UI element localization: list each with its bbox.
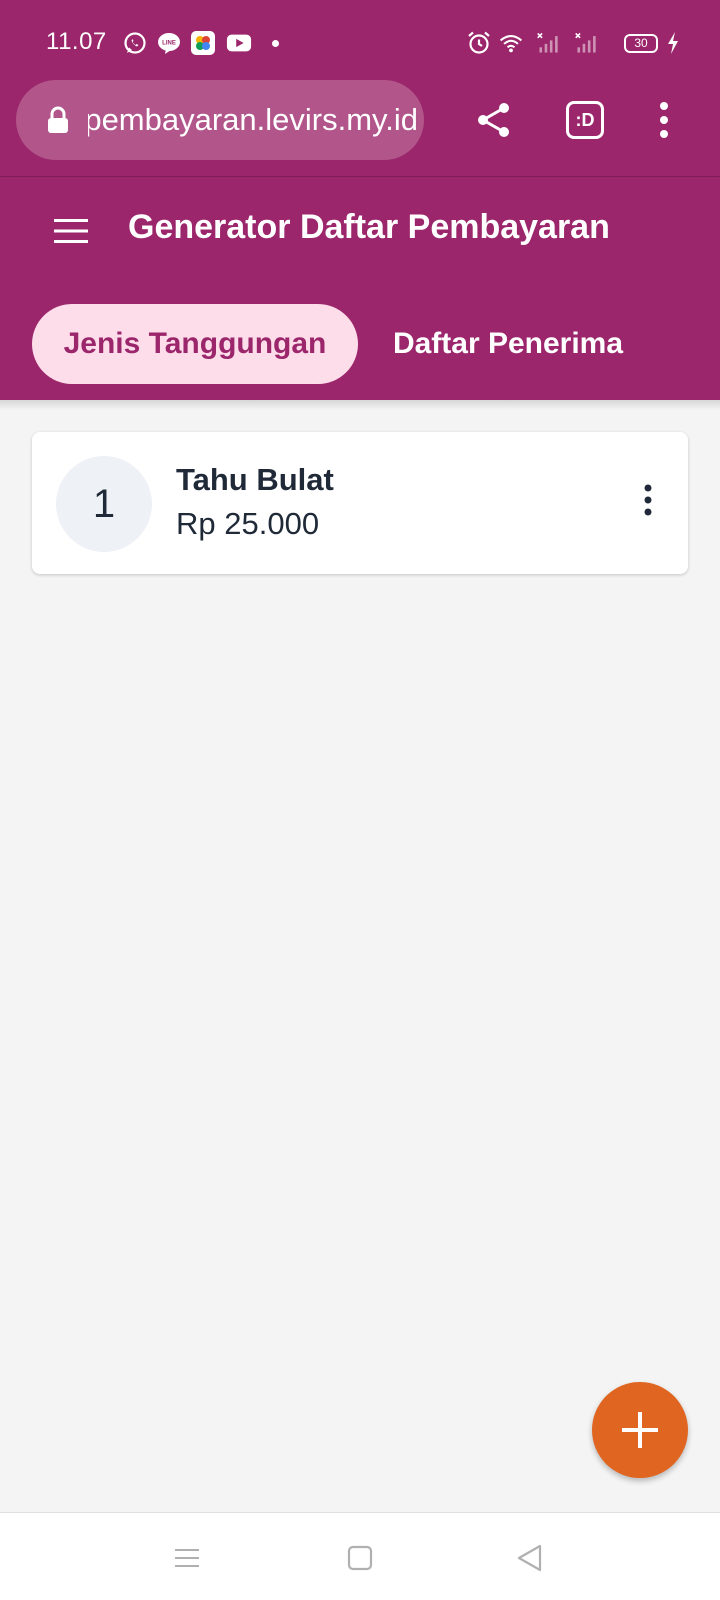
wifi-icon bbox=[498, 30, 528, 56]
plus-icon bbox=[622, 1412, 658, 1448]
item-more-icon[interactable] bbox=[620, 480, 676, 530]
charging-icon bbox=[660, 30, 678, 56]
svg-text:LINE: LINE bbox=[162, 41, 176, 47]
lock-icon bbox=[46, 106, 70, 134]
signal-icon bbox=[536, 30, 566, 56]
home-icon[interactable] bbox=[345, 1543, 375, 1573]
divider bbox=[0, 176, 720, 177]
url-bar[interactable]: pembayaran.levirs.my.id bbox=[16, 80, 424, 160]
tab-jenis-tanggungan[interactable]: Jenis Tanggungan bbox=[32, 304, 358, 384]
youtube-icon bbox=[226, 30, 254, 56]
add-item-button[interactable] bbox=[592, 1382, 688, 1478]
tab-daftar-penerima[interactable]: Daftar Penerima bbox=[372, 304, 644, 384]
more-notifications-dot bbox=[272, 40, 279, 47]
status-time: 11.07 bbox=[46, 28, 107, 55]
item-name: Tahu Bulat bbox=[176, 462, 334, 497]
recent-apps-icon[interactable] bbox=[172, 1543, 202, 1573]
alarm-icon bbox=[466, 30, 492, 56]
battery-indicator: 30 bbox=[624, 34, 658, 53]
header-shadow bbox=[0, 400, 720, 410]
line-icon: LINE bbox=[156, 30, 182, 56]
share-icon[interactable] bbox=[474, 100, 514, 140]
url-text: pembayaran.levirs.my.id bbox=[88, 102, 418, 137]
item-number-avatar: 1 bbox=[56, 456, 152, 552]
photos-icon bbox=[190, 30, 216, 56]
list-item[interactable]: 1 Tahu Bulat Rp 25.000 bbox=[32, 432, 688, 574]
tab-switcher-button[interactable]: :D bbox=[566, 101, 604, 139]
page-title: Generator Daftar Pembayaran bbox=[128, 208, 610, 246]
system-nav-bar bbox=[0, 1512, 720, 1600]
browser-menu-icon[interactable] bbox=[648, 100, 680, 140]
hamburger-menu-icon[interactable] bbox=[54, 218, 88, 244]
item-price: Rp 25.000 bbox=[176, 506, 320, 541]
whatsapp-icon bbox=[122, 30, 148, 56]
status-bar: 11.07 LINE 30 bbox=[0, 0, 720, 80]
signal-icon bbox=[574, 30, 604, 56]
back-icon[interactable] bbox=[515, 1543, 545, 1573]
